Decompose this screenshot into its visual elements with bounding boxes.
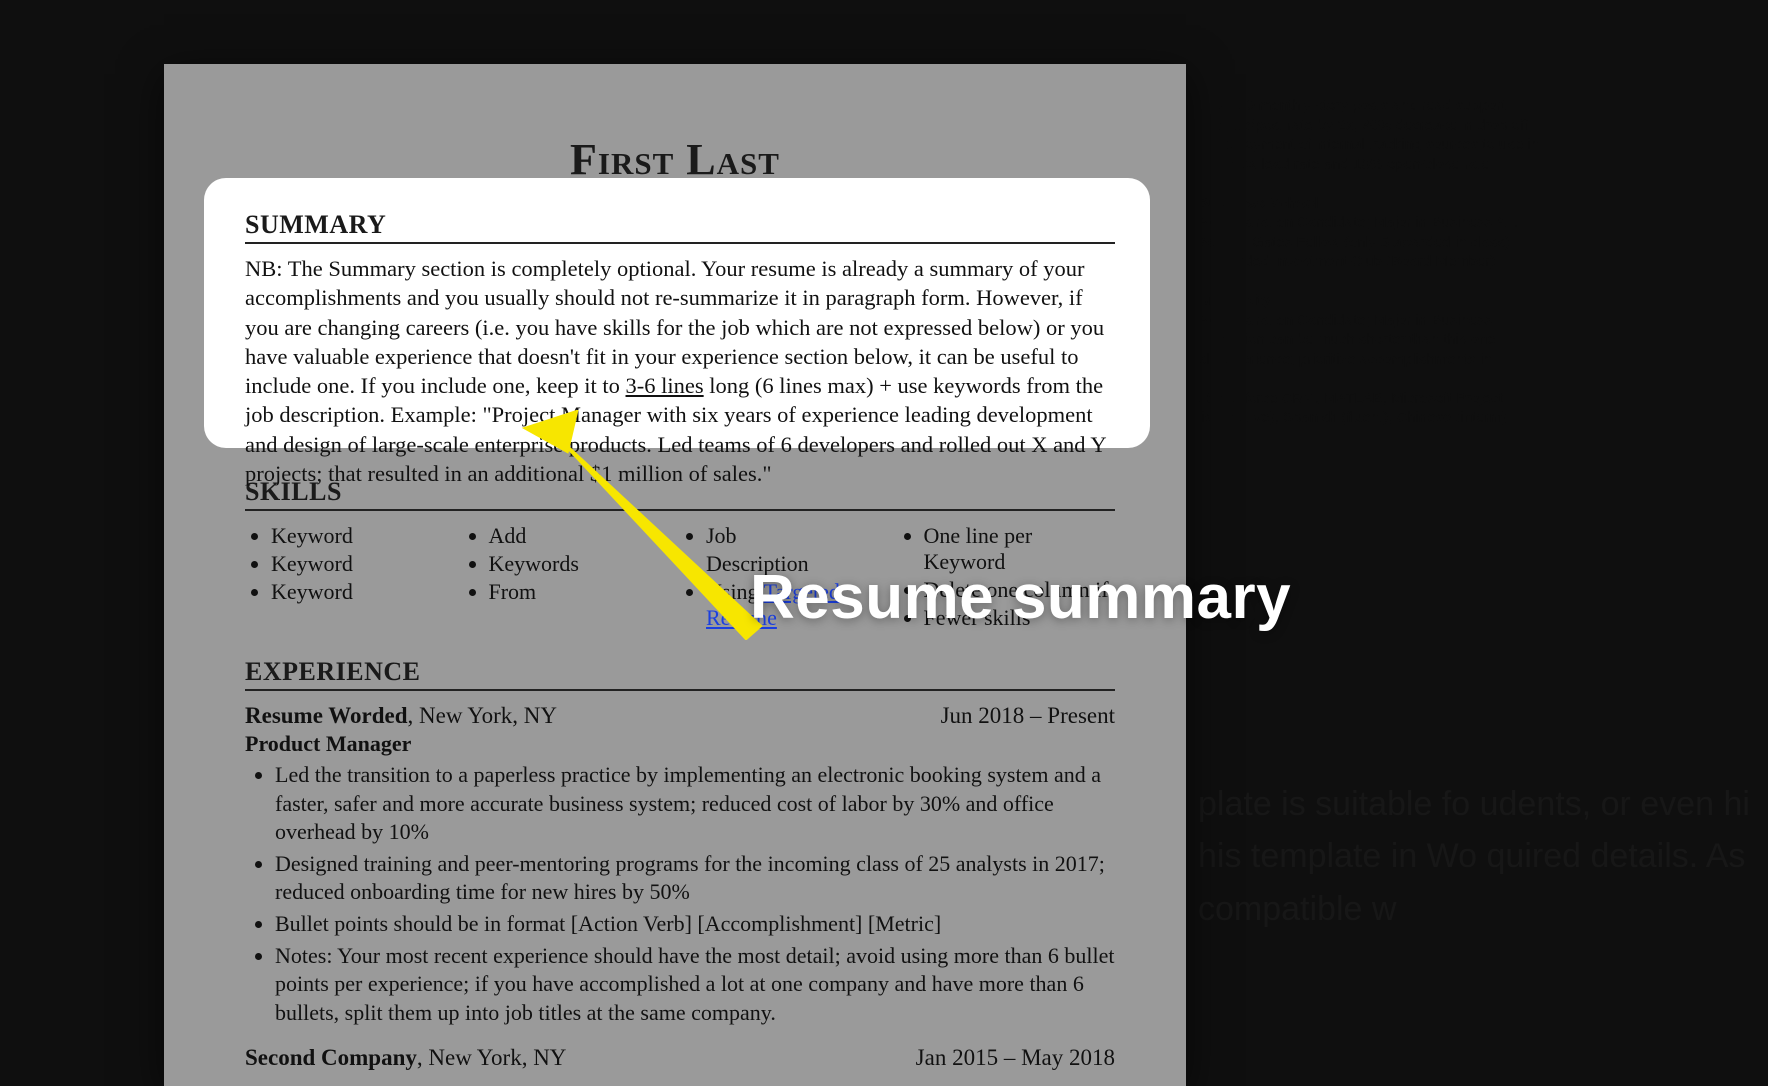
skill-item: Add xyxy=(489,523,681,549)
background-tiny-text: — 25:00 monthly story posts and read sup… xyxy=(1198,96,1758,428)
summary-section: SUMMARY NB: The Summary section is compl… xyxy=(245,210,1115,488)
experience-heading: EXPERIENCE xyxy=(245,657,1115,687)
summary-rule xyxy=(245,242,1115,244)
skill-item: Keywords xyxy=(489,551,681,577)
job1-company-line: Resume Worded, New York, NY xyxy=(245,703,557,729)
skills-col-1: Keyword Keyword Keyword xyxy=(245,521,463,633)
job1-bullet: Notes: Your most recent experience shoul… xyxy=(275,942,1115,1028)
job2-location: , New York, NY xyxy=(417,1045,567,1070)
download-icon xyxy=(1262,1010,1292,1040)
job1-bullet: Bullet points should be in format [Actio… xyxy=(275,910,1115,939)
download-label: AD xyxy=(1198,1006,1248,1045)
job1-location: , New York, NY xyxy=(408,703,558,728)
skill-item: From xyxy=(489,579,681,605)
skill-item: Keyword xyxy=(271,523,463,549)
job1-company: Resume Worded xyxy=(245,703,408,728)
job2-company: Second Company xyxy=(245,1045,417,1070)
job-1: Resume Worded, New York, NY Jun 2018 – P… xyxy=(245,703,1115,1027)
annotation-label: Resume summary xyxy=(750,562,1291,633)
skill-item: Keyword xyxy=(271,579,463,605)
summary-heading: SUMMARY xyxy=(245,210,1115,240)
summary-body: NB: The Summary section is completely op… xyxy=(245,254,1115,488)
skill-item: Job xyxy=(706,523,898,549)
skills-col-2: Add Keywords From xyxy=(463,521,681,633)
job1-role: Product Manager xyxy=(245,731,1115,757)
summary-underlined: 3-6 lines xyxy=(626,373,704,398)
job2-company-line: Second Company, New York, NY xyxy=(245,1045,566,1071)
background-paragraph: plate is suitable fo udents, or even hi … xyxy=(1198,778,1758,936)
job1-bullet: Led the transition to a paperless practi… xyxy=(275,761,1115,847)
job1-bullets: Led the transition to a paperless practi… xyxy=(245,761,1115,1027)
skill-item: Keyword xyxy=(271,551,463,577)
job1-dates: Jun 2018 – Present xyxy=(941,703,1115,729)
download-button-partial[interactable]: AD xyxy=(1198,1006,1758,1045)
job-2: Second Company, New York, NY Jan 2015 – … xyxy=(245,1045,1115,1071)
job2-dates: Jan 2015 – May 2018 xyxy=(916,1045,1115,1071)
job1-bullet: Designed training and peer-mentoring pro… xyxy=(275,850,1115,907)
resume-lower: SKILLS Keyword Keyword Keyword Add Keywo… xyxy=(245,455,1115,1071)
experience-rule xyxy=(245,689,1115,691)
skills-rule xyxy=(245,509,1115,511)
